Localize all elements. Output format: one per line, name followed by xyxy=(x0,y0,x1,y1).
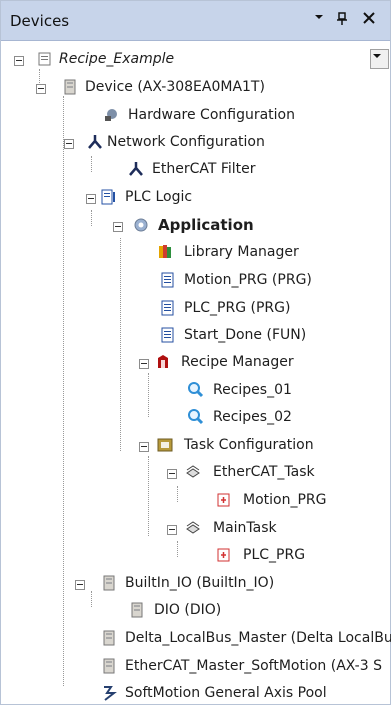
tree-label: SoftMotion General Axis Pool xyxy=(125,685,327,701)
tree-label: Motion_PRG (PRG) xyxy=(184,272,312,288)
tree-label: Network Configuration xyxy=(107,134,265,150)
function-icon xyxy=(161,327,174,343)
application-icon xyxy=(134,218,148,232)
program-icon xyxy=(161,272,174,288)
tree-label: Hardware Configuration xyxy=(128,107,295,123)
close-icon xyxy=(363,12,375,24)
tree-label: Task Configuration xyxy=(184,437,314,453)
recipe-search-icon xyxy=(188,409,204,425)
pin-icon xyxy=(337,12,347,25)
tree-scroll-button[interactable] xyxy=(370,49,389,69)
tree-label: Delta_LocalBus_Master (Delta LocalBus xyxy=(125,630,391,646)
chevron-down-icon xyxy=(315,15,323,19)
panel-title: Devices xyxy=(10,12,70,30)
recipe-manager-icon xyxy=(158,355,168,368)
device-icon xyxy=(64,79,76,95)
tree-label: MainTask xyxy=(213,520,277,536)
plc-logic-icon xyxy=(101,189,115,205)
network-configuration-icon xyxy=(88,135,102,149)
ethercat-master-icon xyxy=(103,658,115,674)
tree-label: DIO (DIO) xyxy=(154,602,222,618)
panel-pin-button[interactable] xyxy=(333,10,351,28)
chevron-down-icon xyxy=(373,54,381,58)
recipe-search-icon xyxy=(188,382,204,398)
tree-label: EtherCAT Filter xyxy=(152,161,256,177)
task-icon xyxy=(186,465,200,478)
localbus-master-icon xyxy=(103,630,115,646)
tree-label: PLC_PRG (PRG) xyxy=(184,300,291,316)
program-call-icon xyxy=(217,548,230,562)
tree-label: EtherCAT_Master_SoftMotion (AX-3 S xyxy=(125,658,382,674)
devices-panel: Devices Recipe_Example Device (AX-308EA0… xyxy=(0,0,391,705)
task-icon xyxy=(186,521,200,534)
program-icon xyxy=(161,300,174,316)
tree-label: Device (AX-308EA0MA1T) xyxy=(85,79,265,95)
program-call-icon xyxy=(217,493,230,507)
panel-close-button[interactable] xyxy=(360,10,378,28)
tree-label: PLC_PRG xyxy=(243,547,306,563)
tree-label: Recipes_02 xyxy=(213,409,292,425)
axis-pool-icon xyxy=(104,686,117,701)
tree-label: Recipe_Example xyxy=(59,51,175,67)
task-configuration-icon xyxy=(157,438,173,452)
tree-label: BuiltIn_IO (BuiltIn_IO) xyxy=(125,575,275,591)
builtin-io-icon xyxy=(103,575,115,591)
tree-label: EtherCAT_Task xyxy=(213,464,315,480)
panel-titlebar: Devices xyxy=(1,1,390,41)
panel-menu-button[interactable] xyxy=(310,10,328,28)
ethercat-filter-icon xyxy=(129,162,143,176)
tree-label: Library Manager xyxy=(184,244,299,260)
hardware-configuration-icon xyxy=(105,109,117,121)
tree-label: PLC Logic xyxy=(125,189,193,205)
tree-label: Application xyxy=(158,216,254,234)
tree-label: Start_Done (FUN) xyxy=(184,327,307,343)
library-manager-icon xyxy=(159,245,171,258)
project-icon xyxy=(38,52,51,66)
tree-label: Recipe Manager xyxy=(181,354,294,370)
tree-label: Motion_PRG xyxy=(243,492,327,508)
dio-icon xyxy=(131,602,143,618)
tree-label: Recipes_01 xyxy=(213,382,292,398)
